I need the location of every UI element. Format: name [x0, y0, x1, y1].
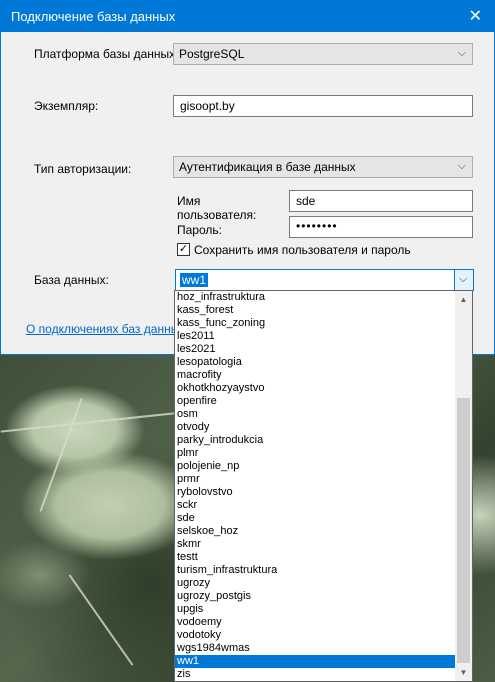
save-credentials-checkbox[interactable]: ✓ — [177, 243, 190, 256]
dropdown-item[interactable]: zis — [175, 668, 455, 681]
dropdown-item[interactable]: skmr — [175, 538, 455, 551]
dropdown-button[interactable]: ⌵ — [454, 270, 473, 290]
platform-label: Платформа базы данных: — [34, 47, 179, 61]
dropdown-item[interactable]: vodoemy — [175, 616, 455, 629]
dropdown-item[interactable]: turism_infrastruktura — [175, 564, 455, 577]
title-bar: Подключение базы данных ✕ — [1, 1, 494, 32]
scroll-thumb[interactable] — [457, 398, 470, 663]
dropdown-items: hoz_infrastruktura kass_forest kass_func_z… — [175, 291, 455, 681]
dropdown-item[interactable]: osm — [175, 408, 455, 421]
username-label: Имя пользователя: — [177, 194, 257, 222]
dropdown-item[interactable]: hoz_infrastruktura — [175, 291, 455, 304]
dropdown-item[interactable]: parky_introdukcia — [175, 434, 455, 447]
dropdown-item[interactable]: lesopatologia — [175, 356, 455, 369]
dropdown-item[interactable]: ugrozy — [175, 577, 455, 590]
dropdown-item[interactable]: okhotkhozyaystvo — [175, 382, 455, 395]
dropdown-item[interactable]: les2021 — [175, 343, 455, 356]
password-value: •••••••• — [296, 219, 338, 233]
dropdown-item[interactable]: macrofity — [175, 369, 455, 382]
auth-type-select[interactable]: Аутентификация в базе данных ⌵ — [173, 156, 473, 178]
dropdown-item[interactable]: les2011 — [175, 330, 455, 343]
dropdown-item[interactable]: kass_func_zoning — [175, 317, 455, 330]
dropdown-item[interactable]: rybolovstvo — [175, 486, 455, 499]
dropdown-item[interactable]: sde — [175, 512, 455, 525]
username-value: sde — [296, 194, 316, 208]
database-label: База данных: — [34, 273, 109, 287]
close-icon[interactable]: ✕ — [469, 6, 482, 26]
password-label: Пароль: — [177, 223, 222, 237]
password-input[interactable]: •••••••• — [289, 216, 473, 238]
dropdown-item[interactable]: wgs1984wmas — [175, 642, 455, 655]
chevron-down-icon: ⌵ — [459, 273, 468, 285]
vertical-scrollbar[interactable]: ▲ ▼ — [455, 291, 472, 681]
database-value: ww1 — [180, 273, 209, 287]
dropdown-item[interactable]: vodotoky — [175, 629, 455, 642]
dropdown-item[interactable]: sckr — [175, 499, 455, 512]
auth-type-value: Аутентификация в базе данных — [179, 160, 356, 174]
database-select[interactable]: ww1 ⌵ — [175, 269, 474, 291]
instance-input[interactable]: gisoopt.by — [173, 95, 473, 117]
window-title: Подключение базы данных — [11, 9, 176, 24]
platform-select[interactable]: PostgreSQL ⌵ — [173, 43, 473, 65]
dropdown-item[interactable]: otvody — [175, 421, 455, 434]
about-connections-link[interactable]: О подключениях баз данных — [26, 322, 185, 336]
dropdown-item[interactable]: ugrozy_postgis — [175, 590, 455, 603]
auth-type-label: Тип авторизации: — [34, 162, 132, 176]
username-input[interactable]: sde — [289, 190, 473, 212]
platform-value: PostgreSQL — [179, 47, 245, 61]
scroll-up-icon[interactable]: ▲ — [455, 291, 472, 308]
dropdown-item[interactable]: ww1 — [175, 655, 455, 668]
dropdown-item[interactable]: prmr — [175, 473, 455, 486]
save-credentials-label: Сохранить имя пользователя и пароль — [194, 243, 411, 257]
database-dropdown-list: hoz_infrastruktura kass_forest kass_func_z… — [174, 290, 473, 682]
scroll-down-icon[interactable]: ▼ — [455, 664, 472, 681]
dropdown-item[interactable]: openfire — [175, 395, 455, 408]
chevron-down-icon: ⌵ — [457, 160, 466, 172]
dropdown-item[interactable]: selskoe_hoz — [175, 525, 455, 538]
dropdown-item[interactable]: kass_forest — [175, 304, 455, 317]
chevron-down-icon: ⌵ — [457, 47, 466, 59]
dropdown-item[interactable]: polojenie_np — [175, 460, 455, 473]
checkmark-icon: ✓ — [178, 243, 189, 255]
instance-value: gisoopt.by — [180, 99, 235, 113]
dropdown-item[interactable]: testt — [175, 551, 455, 564]
dropdown-item[interactable]: plmr — [175, 447, 455, 460]
instance-label: Экземпляр: — [34, 99, 99, 113]
dropdown-item[interactable]: upgis — [175, 603, 455, 616]
